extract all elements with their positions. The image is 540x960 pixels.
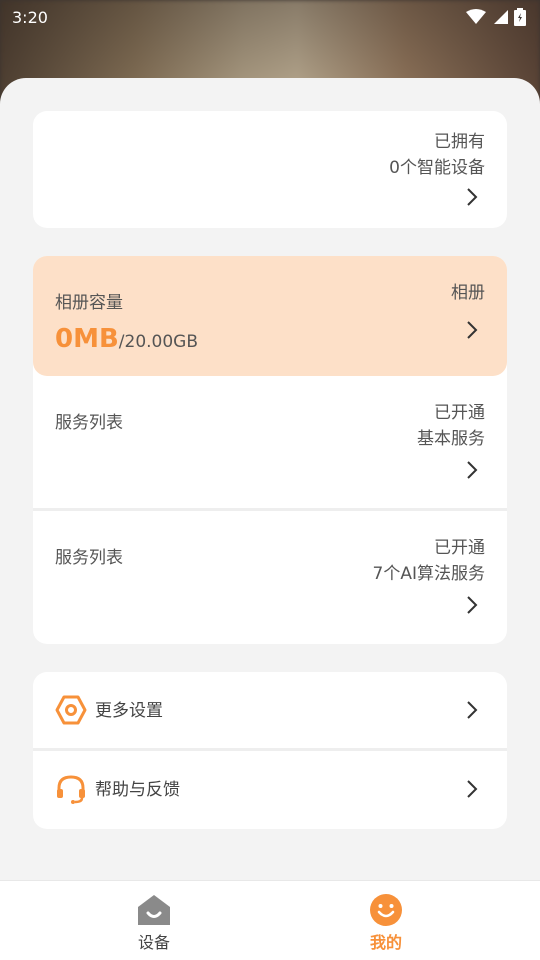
home-icon [138, 895, 170, 925]
chevron-right-icon[interactable] [465, 595, 479, 615]
service-opened-label: 已开通 [434, 538, 485, 558]
cell-signal-icon [494, 10, 508, 24]
album-total: /20.00GB [118, 332, 199, 352]
wifi-icon [466, 9, 486, 24]
chevron-right-icon[interactable] [465, 700, 479, 720]
devices-count: 0个智能设备 [389, 158, 485, 178]
service-name: 7个AI算法服务 [372, 564, 485, 584]
nav-devices-label: 设备 [137, 933, 170, 952]
devices-card[interactable]: 已拥有 0个智能设备 [33, 111, 507, 228]
battery-icon [514, 8, 526, 26]
album-used: 0MB [55, 324, 119, 354]
album-link-label[interactable]: 相册 [451, 280, 485, 306]
chevron-right-icon[interactable] [465, 187, 479, 207]
divider [33, 508, 507, 511]
profile-sheet: 已拥有 0个智能设备 相册容量 0MB/20.00GB 相册 服务列表 已开通 … [0, 78, 540, 880]
more-settings-label: 更多设置 [95, 701, 163, 721]
album-usage: 0MB/20.00GB [55, 324, 198, 354]
nav-tab-mine[interactable]: 我的 [346, 893, 426, 953]
service-list-title: 服务列表 [55, 413, 123, 433]
chevron-right-icon[interactable] [465, 320, 479, 340]
menu-card: 更多设置 帮助与反馈 [33, 672, 507, 829]
service-opened-label: 已开通 [434, 403, 485, 423]
devices-owned-label: 已拥有 [434, 132, 485, 152]
service-status: 已开通 7个AI算法服务 [373, 535, 485, 587]
devices-summary: 已拥有 0个智能设备 [389, 129, 485, 181]
chevron-right-icon[interactable] [465, 779, 479, 799]
status-bar: 3:20 [0, 0, 540, 34]
service-name: 基本服务 [417, 429, 485, 449]
status-time: 3:20 [12, 7, 48, 27]
service-status: 已开通 基本服务 [417, 400, 485, 452]
nav-mine-label: 我的 [369, 933, 402, 952]
help-feedback-label: 帮助与反馈 [95, 780, 180, 800]
nav-tab-devices[interactable]: 设备 [114, 893, 194, 953]
headset-icon [57, 775, 85, 804]
album-capacity-panel[interactable]: 相册容量 0MB/20.00GB 相册 [33, 256, 507, 376]
chevron-right-icon[interactable] [465, 460, 479, 480]
help-feedback-row[interactable]: 帮助与反馈 [33, 751, 507, 827]
service-list-title: 服务列表 [55, 548, 123, 568]
more-settings-row[interactable]: 更多设置 [33, 672, 507, 748]
status-icons [466, 8, 526, 26]
storage-services-card: 相册容量 0MB/20.00GB 相册 服务列表 已开通 基本服务 服务列表 已… [33, 256, 507, 644]
album-capacity-title: 相册容量 [55, 293, 123, 313]
settings-hexagon-icon [55, 695, 87, 725]
smile-icon [370, 894, 402, 926]
bottom-nav: 设备 我的 [0, 880, 540, 960]
